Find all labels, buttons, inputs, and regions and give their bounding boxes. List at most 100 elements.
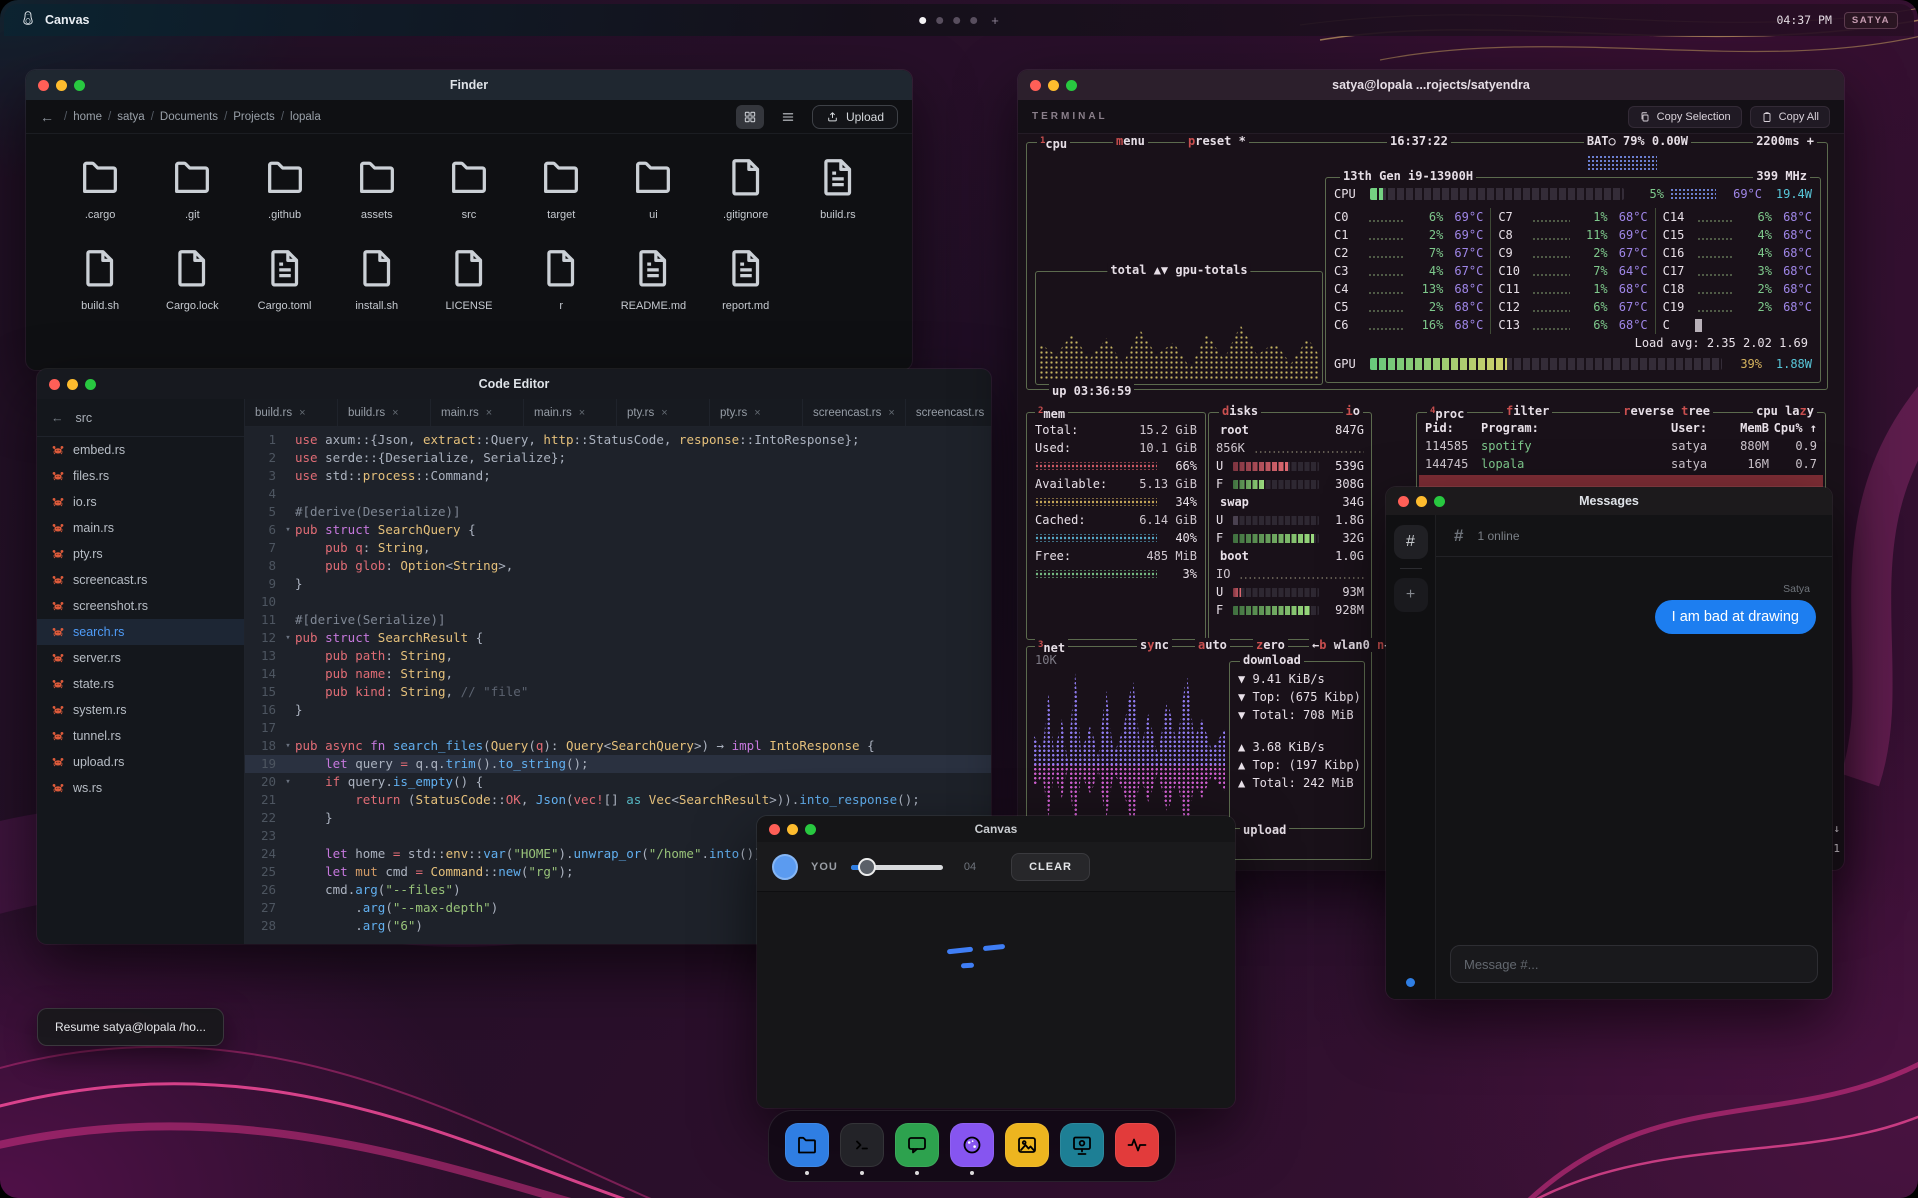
user-badge[interactable]: SATYA — [1844, 12, 1898, 29]
dock-item-finder[interactable] — [785, 1123, 829, 1175]
finder-file[interactable]: install.sh — [334, 245, 420, 312]
editor-tab[interactable]: screencast.rs× — [803, 399, 906, 426]
finder-file[interactable]: build.rs — [795, 154, 881, 221]
close-tab-icon[interactable]: × — [486, 407, 492, 419]
workspace-dot-2[interactable] — [936, 17, 943, 24]
workspace-dot-1[interactable] — [919, 17, 926, 24]
editor-titlebar[interactable]: Code Editor — [37, 369, 991, 399]
finder-file[interactable]: ui — [610, 154, 696, 221]
editor-tab[interactable]: main.rs× — [524, 399, 617, 426]
upload-button[interactable]: Upload — [812, 105, 898, 129]
messages-titlebar[interactable]: Messages — [1386, 487, 1832, 515]
activity-icon[interactable] — [1115, 1123, 1159, 1167]
finder-file[interactable]: r — [518, 245, 604, 312]
sidebar-item-io.rs[interactable]: io.rs — [37, 489, 244, 515]
finder-file[interactable]: build.sh — [57, 245, 143, 312]
crumb-lopala[interactable]: lopala — [290, 111, 321, 123]
dock-item-browser[interactable] — [950, 1123, 994, 1175]
message-input[interactable] — [1450, 945, 1818, 983]
brush-size-slider[interactable] — [851, 858, 943, 876]
close-button[interactable] — [1398, 496, 1409, 507]
list-view-button[interactable] — [774, 105, 802, 129]
workspace-dot-4[interactable] — [970, 17, 977, 24]
crumb-Documents[interactable]: Documents — [160, 111, 218, 123]
grid-view-button[interactable] — [736, 105, 764, 129]
browser-icon[interactable] — [950, 1123, 994, 1167]
editor-tab[interactable]: build.rs× — [338, 399, 431, 426]
crumb-satya[interactable]: satya — [117, 111, 145, 123]
maximize-button[interactable] — [805, 824, 816, 835]
sidebar-item-screenshot.rs[interactable]: screenshot.rs — [37, 593, 244, 619]
finder-file[interactable]: .git — [149, 154, 235, 221]
breadcrumb[interactable]: /home/satya/Documents/Projects/lopala — [64, 111, 321, 123]
finder-file[interactable]: .github — [242, 154, 328, 221]
close-tab-icon[interactable]: × — [754, 407, 760, 419]
minimize-button[interactable] — [67, 379, 78, 390]
terminal-icon[interactable] — [840, 1123, 884, 1167]
clear-button[interactable]: CLEAR — [1011, 853, 1090, 881]
minimize-button[interactable] — [787, 824, 798, 835]
finder-icon[interactable] — [785, 1123, 829, 1167]
workspace-dot-3[interactable] — [953, 17, 960, 24]
minimize-button[interactable] — [1048, 80, 1059, 91]
copy-selection-button[interactable]: Copy Selection — [1628, 106, 1742, 128]
sync-option[interactable]: sync — [1137, 638, 1172, 652]
zero-option[interactable]: zero — [1253, 638, 1288, 652]
crumb-home[interactable]: home — [73, 111, 102, 123]
finder-file[interactable]: target — [518, 154, 604, 221]
close-tab-icon[interactable]: × — [299, 407, 305, 419]
io-label[interactable]: io — [1343, 404, 1363, 418]
sidebar-item-search.rs[interactable]: search.rs — [37, 619, 244, 645]
sidebar-item-pty.rs[interactable]: pty.rs — [37, 541, 244, 567]
resume-session-button[interactable]: Resume satya@lopala /ho... — [37, 1008, 224, 1046]
maximize-button[interactable] — [1066, 80, 1077, 91]
screencast-icon[interactable] — [1060, 1123, 1104, 1167]
finder-file[interactable]: README.md — [610, 245, 696, 312]
crumb-Projects[interactable]: Projects — [233, 111, 275, 123]
sidebar-item-state.rs[interactable]: state.rs — [37, 671, 244, 697]
menu-button[interactable]: menu — [1113, 134, 1148, 148]
terminal-titlebar[interactable]: satya@lopala ...rojects/satyendra — [1018, 70, 1844, 100]
process-row[interactable]: 114585spotifysatya880M0.9 — [1419, 437, 1823, 455]
back-button[interactable]: ← — [51, 411, 64, 425]
sidebar-item-files.rs[interactable]: files.rs — [37, 463, 244, 489]
maximize-button[interactable] — [85, 379, 96, 390]
finder-titlebar[interactable]: Finder — [26, 70, 912, 100]
dock-item-activity[interactable] — [1115, 1123, 1159, 1175]
close-button[interactable] — [769, 824, 780, 835]
finder-file[interactable]: LICENSE — [426, 245, 512, 312]
filter-button[interactable]: filter — [1503, 404, 1552, 418]
finder-file[interactable]: Cargo.lock — [149, 245, 235, 312]
sidebar-item-ws.rs[interactable]: ws.rs — [37, 775, 244, 801]
finder-file[interactable]: report.md — [703, 245, 789, 312]
add-workspace-button[interactable]: + — [991, 13, 999, 28]
minimize-button[interactable] — [1416, 496, 1427, 507]
gallery-icon[interactable] — [1005, 1123, 1049, 1167]
canvas-titlebar[interactable]: Canvas — [757, 816, 1235, 842]
slider-knob[interactable] — [858, 858, 876, 876]
finder-file[interactable]: .gitignore — [703, 154, 789, 221]
editor-tab[interactable]: pty.rs× — [710, 399, 803, 426]
finder-file[interactable]: src — [426, 154, 512, 221]
maximize-button[interactable] — [74, 80, 85, 91]
sidebar-item-embed.rs[interactable]: embed.rs — [37, 437, 244, 463]
add-channel-button[interactable]: + — [1394, 578, 1428, 612]
cpu-lazy-option[interactable]: cpu lazy — [1753, 404, 1817, 418]
dock-item-terminal[interactable] — [840, 1123, 884, 1175]
finder-file[interactable]: .cargo — [57, 154, 143, 221]
drawing-canvas[interactable] — [757, 892, 1235, 1108]
close-button[interactable] — [49, 379, 60, 390]
close-button[interactable] — [38, 80, 49, 91]
finder-file[interactable]: Cargo.toml — [242, 245, 328, 312]
chat-area[interactable]: Satya I am bad at drawing — [1436, 557, 1832, 933]
process-row[interactable]: 144745lopalasatya16M0.7 — [1419, 455, 1823, 473]
close-tab-icon[interactable]: × — [579, 407, 585, 419]
editor-tab[interactable]: build.rs× — [245, 399, 338, 426]
interface-label[interactable]: ←b wlan0 n→ — [1309, 638, 1395, 652]
sidebar-item-screencast.rs[interactable]: screencast.rs — [37, 567, 244, 593]
editor-tab[interactable]: screencast.rs× — [906, 399, 991, 426]
scroll-down-hint[interactable]: ↓ — [1833, 820, 1840, 838]
dock-item-gallery[interactable] — [1005, 1123, 1049, 1175]
channel-button[interactable]: # — [1394, 525, 1428, 559]
maximize-button[interactable] — [1434, 496, 1445, 507]
